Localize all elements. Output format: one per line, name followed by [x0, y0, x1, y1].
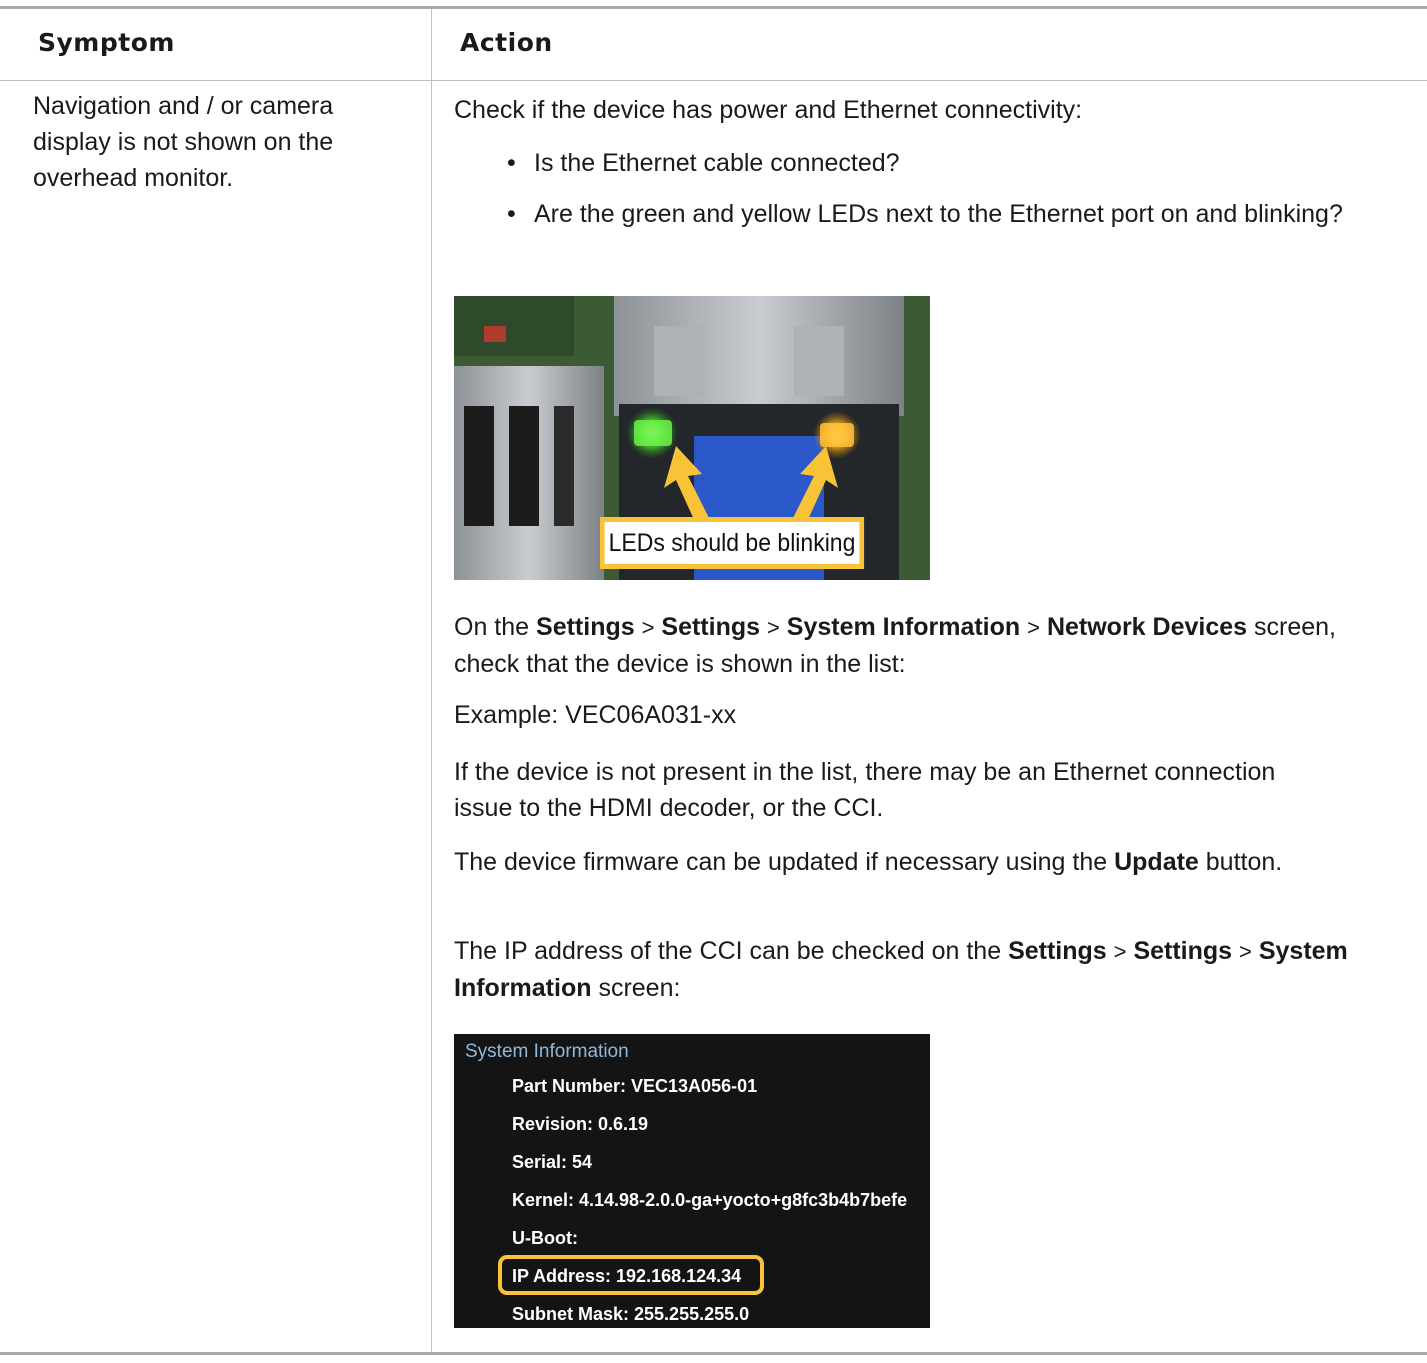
checklist-item: Are the green and yellow LEDs next to th… [507, 196, 1374, 232]
nav-step: Settings [1133, 937, 1233, 965]
checklist-item: Is the Ethernet cable connected? [507, 145, 1374, 181]
sysinfo-title: System Information [465, 1041, 629, 1062]
update-note-prefix: The device firmware can be updated if ne… [454, 848, 1108, 876]
header-rule [0, 80, 1427, 81]
nav-separator: > [641, 615, 655, 640]
nav-step: Settings [661, 613, 761, 641]
nav-separator: > [1113, 939, 1127, 964]
header-action: Action [460, 28, 553, 57]
sysinfo-line: U-Boot: [512, 1228, 578, 1248]
table-bottom-rule [0, 1352, 1427, 1355]
action-intro: Check if the device has power and Ethern… [454, 96, 1083, 124]
sysinfo-line: Kernel: 4.14.98-2.0.0-ga+yocto+g8fc3b4b7… [512, 1190, 908, 1210]
update-note: The device firmware can be updated if ne… [454, 844, 1354, 880]
not-present-note: If the device is not present in the list… [454, 758, 1276, 822]
nav-path-paragraph: On the Settings > Settings > System Info… [454, 609, 1394, 682]
nav-step: Network Devices [1046, 613, 1248, 641]
update-note-suffix: button. [1205, 848, 1283, 876]
sysinfo-line: Subnet Mask: 255.255.255.0 [512, 1304, 750, 1324]
sysinfo-line: Serial: 54 [512, 1152, 593, 1172]
update-button-name: Update [1114, 848, 1199, 876]
ip-note: The IP address of the CCI can be checked… [454, 933, 1384, 1006]
sysinfo-line: Part Number: VEC13A056-01 [512, 1076, 758, 1096]
nav-separator: > [1239, 939, 1252, 964]
photo-caption: LEDs should be blinking [600, 517, 865, 569]
example-text: Example: VEC06A031-xx [454, 701, 737, 729]
column-divider [431, 9, 432, 1352]
nav-step: Settings [1008, 937, 1107, 965]
table-top-rule [0, 6, 1427, 9]
system-information-screenshot: System Information Part Number: VEC13A05… [454, 1034, 930, 1328]
symptom-cell: Navigation and / or camera display is no… [33, 92, 334, 192]
nav-step: Settings [536, 613, 635, 641]
nav-separator: > [1027, 615, 1040, 640]
header-symptom: Symptom [38, 28, 175, 57]
sysinfo-line: Revision: 0.6.19 [512, 1114, 649, 1134]
ip-note-prefix: The IP address of the CCI can be checked… [454, 937, 1002, 965]
ip-note-suffix: screen: [598, 974, 681, 1002]
nav-step: System Information [786, 613, 1021, 641]
ip-address-highlight [498, 1255, 764, 1295]
nav-separator: > [766, 615, 780, 640]
nav-path-prefix: On the [454, 613, 530, 641]
